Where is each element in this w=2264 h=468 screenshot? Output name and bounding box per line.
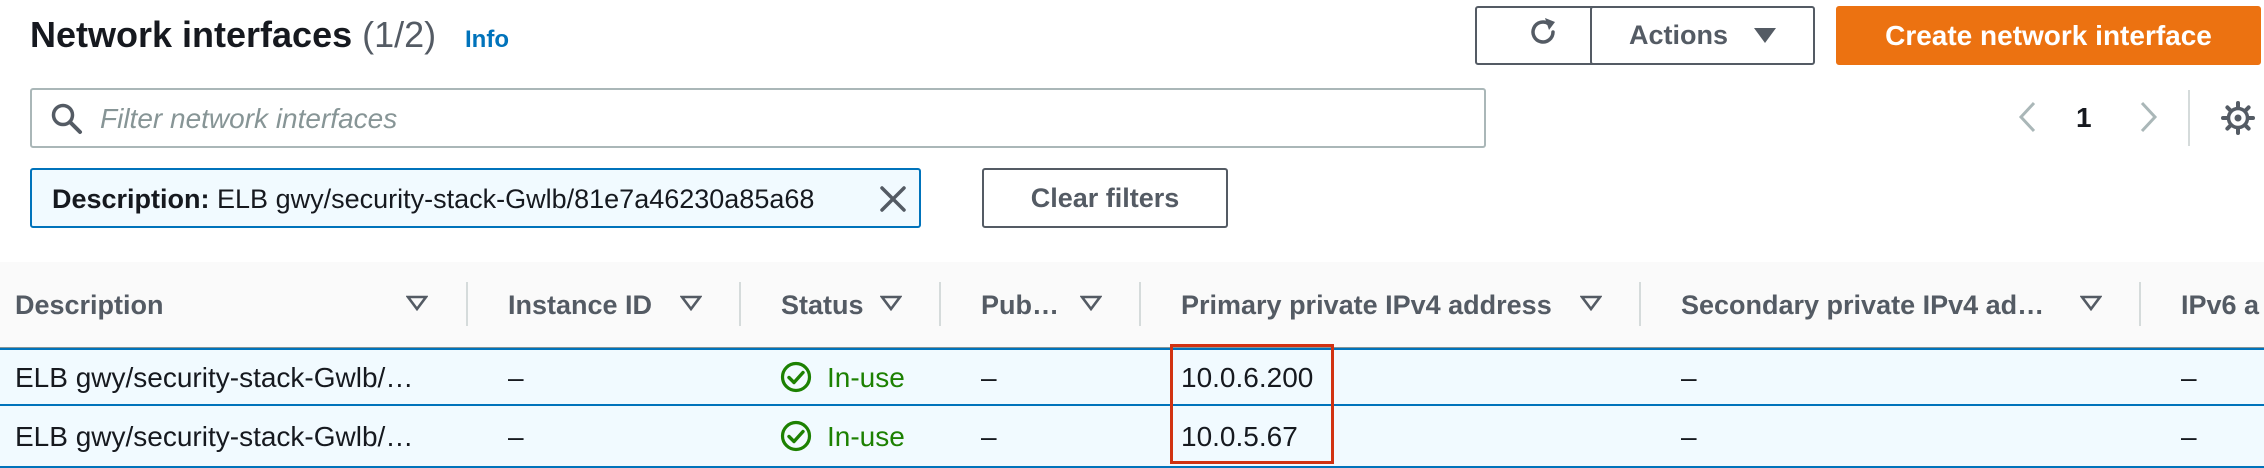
column-divider[interactable] [1639, 282, 1641, 326]
info-link[interactable]: Info [465, 26, 509, 54]
selection-count: (1/2) [362, 14, 437, 55]
actions-dropdown-button[interactable]: Actions [1590, 6, 1815, 65]
column-header-primary-ipv4[interactable]: Primary private IPv4 address [1181, 290, 1552, 321]
sort-icon[interactable] [879, 295, 903, 316]
cell-secondary-ipv4: – [1681, 421, 1697, 452]
column-divider[interactable] [739, 282, 741, 326]
current-page-number[interactable]: 1 [2076, 102, 2092, 134]
cell-public-ipv4: – [981, 362, 997, 393]
column-divider[interactable] [466, 282, 468, 326]
cell-description: ELB gwy/security-stack-Gwlb/… [15, 362, 414, 393]
column-header-public-ipv4[interactable]: Pub… [981, 290, 1059, 321]
search-icon [50, 102, 84, 141]
cell-instance-id: – [508, 362, 524, 393]
column-divider[interactable] [1139, 282, 1141, 326]
cell-description: ELB gwy/security-stack-Gwlb/… [15, 421, 414, 452]
filter-key: Description: [52, 184, 210, 214]
clear-filters-button[interactable]: Clear filters [982, 168, 1228, 228]
cell-status: In-use [827, 362, 905, 393]
cell-status: In-use [827, 421, 905, 452]
column-header-ipv6[interactable]: IPv6 a [2181, 290, 2259, 321]
actions-label: Actions [1628, 20, 1728, 50]
pager-divider [2188, 90, 2190, 146]
search-field[interactable] [30, 88, 1486, 148]
filter-value: ELB gwy/security-stack-Gwlb/81e7a46230a8… [209, 184, 815, 214]
sort-icon[interactable] [405, 295, 429, 316]
page-title: Network interfaces (1/2) [30, 14, 436, 56]
gear-icon[interactable] [2220, 100, 2256, 141]
page-title-text: Network interfaces [30, 14, 353, 55]
cell-instance-id: – [508, 421, 524, 452]
filter-token: Description: ELB gwy/security-stack-Gwlb… [30, 168, 921, 228]
cell-ipv6: – [2181, 421, 2197, 452]
cell-public-ipv4: – [981, 421, 997, 452]
refresh-icon [1525, 14, 1561, 57]
status-ok-icon [780, 361, 812, 398]
filter-token-text: Description: ELB gwy/security-stack-Gwlb… [52, 184, 814, 215]
create-network-interface-button[interactable]: Create network interface [1836, 6, 2261, 65]
cell-ipv6: – [2181, 362, 2197, 393]
sort-icon[interactable] [1079, 295, 1103, 316]
status-ok-icon [780, 420, 812, 457]
sort-icon[interactable] [1579, 295, 1603, 316]
close-icon[interactable] [878, 184, 908, 219]
column-header-instance-id[interactable]: Instance ID [508, 290, 652, 321]
previous-page-icon[interactable] [2016, 100, 2040, 139]
cell-secondary-ipv4: – [1681, 362, 1697, 393]
caret-down-icon [1754, 20, 1776, 51]
annotation-highlight-box [1170, 344, 1334, 464]
column-header-status[interactable]: Status [781, 290, 864, 321]
next-page-icon[interactable] [2136, 100, 2160, 139]
sort-icon[interactable] [679, 295, 703, 316]
search-input[interactable] [98, 98, 1462, 140]
column-divider[interactable] [2139, 282, 2141, 326]
column-divider[interactable] [939, 282, 941, 326]
column-header-secondary-ipv4[interactable]: Secondary private IPv4 ad… [1681, 290, 2044, 321]
column-header-description[interactable]: Description [15, 290, 164, 321]
sort-icon[interactable] [2079, 295, 2103, 316]
